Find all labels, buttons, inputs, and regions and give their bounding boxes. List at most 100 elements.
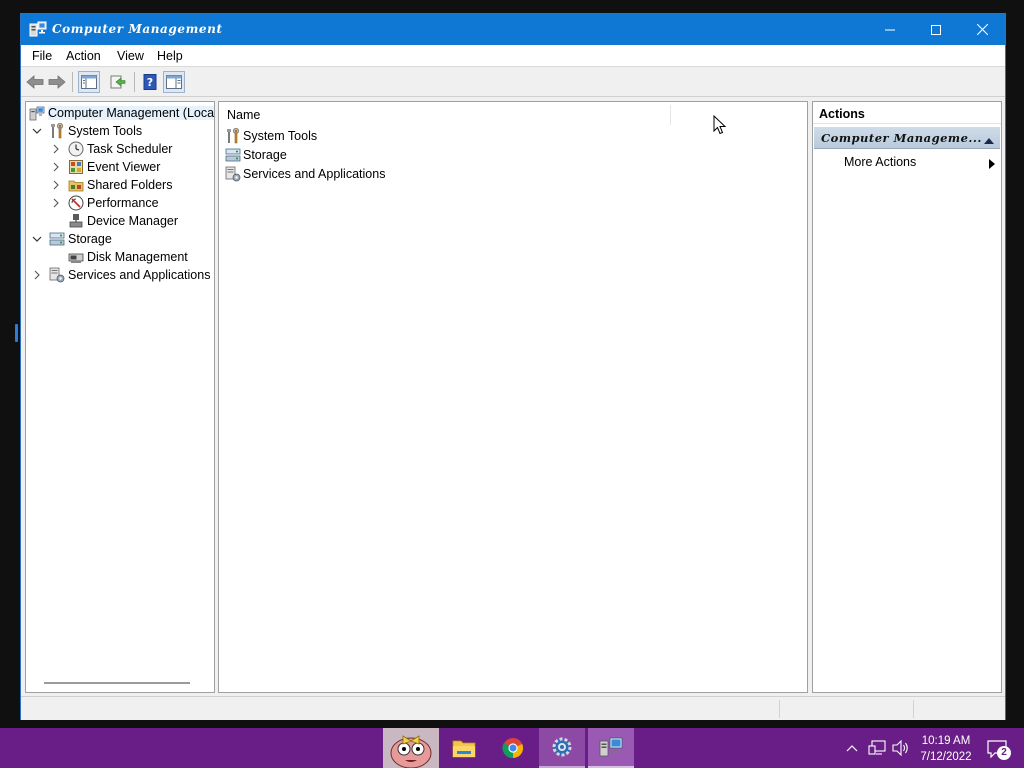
- menu-bar: File Action View Help: [21, 45, 1005, 67]
- storage-icon: [49, 231, 65, 247]
- actions-title: Actions: [819, 107, 865, 121]
- toolbar-separator: [72, 72, 73, 92]
- taskbar-file-explorer[interactable]: [441, 728, 487, 768]
- show-hide-action-pane-button[interactable]: [163, 71, 185, 93]
- show-hide-console-tree-button[interactable]: [78, 71, 100, 93]
- computer-management-window: Computer Management File Action View Hel…: [20, 13, 1006, 720]
- tree-item-label: Task Scheduler: [87, 142, 173, 156]
- window-title: Computer Management: [52, 22, 223, 36]
- tree-item-label: Storage: [68, 232, 112, 246]
- chevron-down-icon[interactable]: [31, 234, 42, 245]
- taskbar-clock[interactable]: 10:19 AM 7/12/2022: [916, 733, 976, 765]
- list-item-label: Storage: [243, 148, 287, 162]
- computer-management-icon: [599, 737, 623, 757]
- column-divider[interactable]: [670, 105, 671, 125]
- computer-management-icon: [29, 105, 45, 121]
- details-list-pane: Name System Tools Storage Services and A…: [218, 101, 808, 693]
- notification-count-badge: 2: [997, 746, 1011, 760]
- chevron-right-icon[interactable]: [50, 198, 61, 209]
- chevron-down-icon[interactable]: [31, 126, 42, 137]
- back-button[interactable]: [24, 71, 46, 93]
- help-icon: ?: [143, 74, 157, 90]
- tree-item-label: Services and Applications: [68, 268, 211, 282]
- tree-item-label: Device Manager: [87, 214, 179, 228]
- console-tree-pane: Computer Management (Local System Tools: [25, 101, 215, 693]
- event-viewer-icon: [68, 159, 84, 175]
- volume-tray-button[interactable]: [890, 728, 912, 768]
- status-bar: [21, 696, 1005, 720]
- menu-help[interactable]: Help: [157, 49, 183, 63]
- menu-file[interactable]: File: [32, 49, 52, 63]
- performance-icon: [68, 195, 84, 211]
- taskbar-pinned-image-app[interactable]: [383, 728, 439, 768]
- speaker-icon: [892, 740, 908, 756]
- back-arrow-icon: [26, 75, 44, 89]
- list-item-system-tools[interactable]: System Tools: [225, 127, 317, 145]
- taskbar-computer-management[interactable]: [588, 728, 634, 768]
- minimize-button[interactable]: [867, 14, 913, 45]
- tree-item-label: Computer Management (Local: [48, 106, 215, 120]
- horizontal-scrollbar[interactable]: [44, 682, 190, 684]
- tree-item-performance[interactable]: Performance: [50, 194, 159, 212]
- services-icon: [225, 166, 241, 182]
- title-bar[interactable]: Computer Management: [21, 14, 1005, 45]
- status-divider: [913, 700, 914, 718]
- close-button[interactable]: [959, 14, 1005, 45]
- services-icon: [49, 267, 65, 283]
- computer-management-icon: [29, 21, 47, 38]
- chevron-right-icon[interactable]: [50, 144, 61, 155]
- action-center-button[interactable]: 2: [985, 738, 1011, 760]
- column-header-name[interactable]: Name: [227, 108, 260, 122]
- tree-item-label: Shared Folders: [87, 178, 173, 192]
- chevron-right-icon[interactable]: [50, 162, 61, 173]
- actions-section-label: Computer Manageme...: [821, 131, 982, 145]
- submenu-arrow-icon: [989, 158, 995, 172]
- file-explorer-icon: [452, 740, 476, 758]
- show-hide-action-pane-icon: [166, 75, 182, 89]
- actions-pane: Actions Computer Manageme... More Action…: [812, 101, 1002, 693]
- pinned-image-app-icon: [385, 728, 437, 768]
- tree-item-shared-folders[interactable]: Shared Folders: [50, 176, 172, 194]
- maximize-button[interactable]: [913, 14, 959, 45]
- tree-item-disk-management[interactable]: Disk Management: [68, 248, 188, 266]
- menu-action[interactable]: Action: [66, 49, 101, 63]
- more-actions-item[interactable]: More Actions: [844, 155, 916, 169]
- tree-item-computer-management[interactable]: Computer Management (Local: [29, 104, 215, 122]
- desktop-window-edge-marker: [15, 324, 18, 342]
- toolbar: ?: [21, 68, 1005, 97]
- help-button[interactable]: ?: [139, 71, 161, 93]
- shared-folders-icon: [68, 177, 84, 193]
- network-tray-button[interactable]: [866, 728, 888, 768]
- tree-item-label: System Tools: [68, 124, 143, 138]
- forward-button[interactable]: [46, 71, 68, 93]
- tree-item-label: Performance: [87, 196, 159, 210]
- list-item-label: System Tools: [243, 129, 318, 143]
- show-hidden-icons-button[interactable]: [844, 728, 860, 768]
- chevron-up-icon: [846, 745, 858, 752]
- tree-item-task-scheduler[interactable]: Task Scheduler: [50, 140, 172, 158]
- export-list-icon: [110, 75, 126, 89]
- chevron-right-icon[interactable]: [31, 270, 42, 281]
- export-list-button[interactable]: [107, 71, 129, 93]
- taskbar-settings[interactable]: [539, 728, 585, 768]
- list-item-storage[interactable]: Storage: [225, 146, 287, 164]
- tree-item-event-viewer[interactable]: Event Viewer: [50, 158, 160, 176]
- taskbar: 10:19 AM 7/12/2022 2: [0, 728, 1024, 768]
- taskbar-chrome[interactable]: [490, 728, 536, 768]
- mouse-cursor-icon: [713, 114, 727, 138]
- tree-item-storage[interactable]: Storage: [31, 230, 112, 248]
- status-divider: [779, 700, 780, 718]
- tree-item-device-manager[interactable]: Device Manager: [68, 212, 178, 230]
- collapse-up-icon[interactable]: [984, 133, 994, 147]
- tree-item-system-tools[interactable]: System Tools: [31, 122, 142, 140]
- menu-view[interactable]: View: [117, 49, 144, 63]
- network-icon: [868, 740, 886, 755]
- chevron-right-icon[interactable]: [50, 180, 61, 191]
- forward-arrow-icon: [48, 75, 66, 89]
- svg-text:?: ?: [147, 76, 153, 89]
- tree-item-services-and-applications[interactable]: Services and Applications: [31, 266, 210, 284]
- actions-section-header[interactable]: Computer Manageme...: [814, 127, 1000, 149]
- list-item-label: Services and Applications: [243, 167, 386, 181]
- list-item-services-and-applications[interactable]: Services and Applications: [225, 165, 385, 183]
- clock-date: 7/12/2022: [920, 751, 972, 763]
